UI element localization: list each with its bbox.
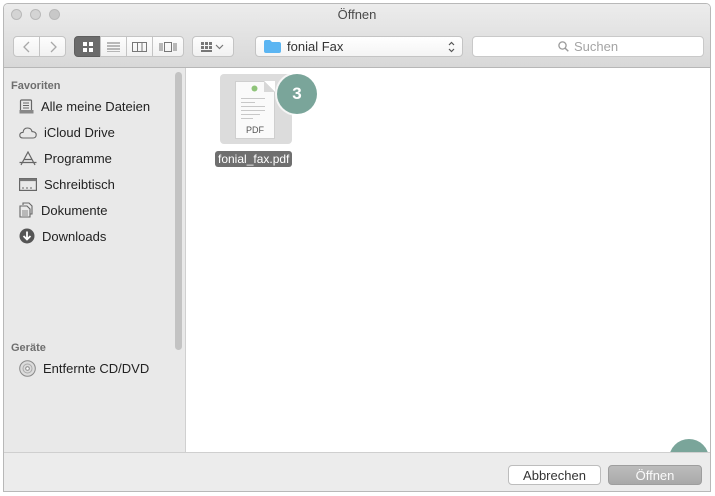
view-icons-button[interactable] bbox=[74, 36, 101, 57]
file-name-label[interactable]: fonial_fax.pdf bbox=[215, 151, 293, 167]
file-browser: PDF bbox=[186, 68, 710, 452]
sidebar-item-label: Alle meine Dateien bbox=[41, 98, 151, 114]
sidebar-item-label: Programme bbox=[44, 150, 112, 166]
button-bar: Abbrechen Öffnen bbox=[4, 452, 710, 491]
sidebar-item-label: Schreibtisch bbox=[44, 176, 115, 192]
all-files-icon bbox=[19, 98, 34, 113]
grid-dropdown-icon bbox=[201, 41, 224, 52]
sidebar: Favoriten Alle meine Dateien iCloud Driv… bbox=[4, 68, 186, 452]
search-icon bbox=[558, 41, 569, 52]
folder-icon bbox=[264, 40, 281, 53]
file-type-label: PDF bbox=[246, 125, 264, 135]
sidebar-item-all-files[interactable]: Alle meine Dateien bbox=[19, 95, 150, 117]
column-view-icon bbox=[132, 41, 147, 52]
logo-dot-icon bbox=[251, 85, 258, 92]
location-popup[interactable]: fonial Fax bbox=[255, 36, 463, 57]
arrange-dropdown-button[interactable] bbox=[192, 36, 234, 57]
step-badge: 3 bbox=[277, 74, 317, 114]
icon-view-icon bbox=[82, 41, 93, 52]
cd-icon bbox=[19, 359, 36, 377]
view-list-button[interactable] bbox=[100, 36, 127, 57]
back-button[interactable] bbox=[13, 36, 40, 57]
pdf-document-icon: PDF bbox=[235, 81, 275, 139]
title-bar: Öffnen fonial Fax Suchen bbox=[4, 4, 710, 68]
cloud-icon bbox=[19, 126, 37, 139]
sidebar-item-label: iCloud Drive bbox=[44, 124, 115, 140]
sidebar-scrollbar[interactable] bbox=[175, 72, 182, 350]
sidebar-item-label: Entfernte CD/DVD bbox=[43, 360, 150, 376]
sidebar-item-downloads[interactable]: Downloads bbox=[19, 225, 106, 247]
chevron-right-icon bbox=[50, 41, 57, 52]
favorites-heading: Favoriten bbox=[11, 80, 61, 92]
sidebar-item-desktop[interactable]: Schreibtisch bbox=[19, 173, 115, 195]
sidebar-item-applications[interactable]: Programme bbox=[19, 147, 112, 169]
location-label: fonial Fax bbox=[287, 39, 344, 54]
sidebar-item-label: Dokumente bbox=[41, 202, 108, 218]
up-down-chevron-icon bbox=[448, 41, 455, 53]
desktop-icon bbox=[19, 177, 37, 191]
sidebar-item-icloud[interactable]: iCloud Drive bbox=[19, 121, 115, 143]
window-title: Öffnen bbox=[337, 7, 377, 22]
chevron-left-icon bbox=[22, 41, 29, 52]
sidebar-item-remote-disc[interactable]: Entfernte CD/DVD bbox=[19, 357, 149, 379]
list-view-icon bbox=[107, 42, 120, 52]
downloads-icon bbox=[19, 228, 35, 244]
sidebar-item-documents[interactable]: Dokumente bbox=[19, 199, 107, 221]
search-placeholder: Suchen bbox=[573, 39, 619, 54]
forward-button[interactable] bbox=[39, 36, 66, 57]
search-field[interactable]: Suchen bbox=[472, 36, 704, 57]
cover-flow-icon bbox=[159, 41, 177, 52]
applications-icon bbox=[19, 150, 37, 165]
sidebar-item-label: Downloads bbox=[42, 228, 107, 244]
cancel-button[interactable]: Abbrechen bbox=[508, 465, 601, 485]
view-coverflow-button[interactable] bbox=[152, 36, 184, 57]
open-button[interactable]: Öffnen bbox=[608, 465, 702, 485]
open-dialog: Öffnen fonial Fax Suchen Favoriten Alle … bbox=[3, 3, 711, 492]
view-columns-button[interactable] bbox=[126, 36, 153, 57]
devices-heading: Geräte bbox=[11, 342, 46, 354]
documents-icon bbox=[19, 202, 33, 218]
